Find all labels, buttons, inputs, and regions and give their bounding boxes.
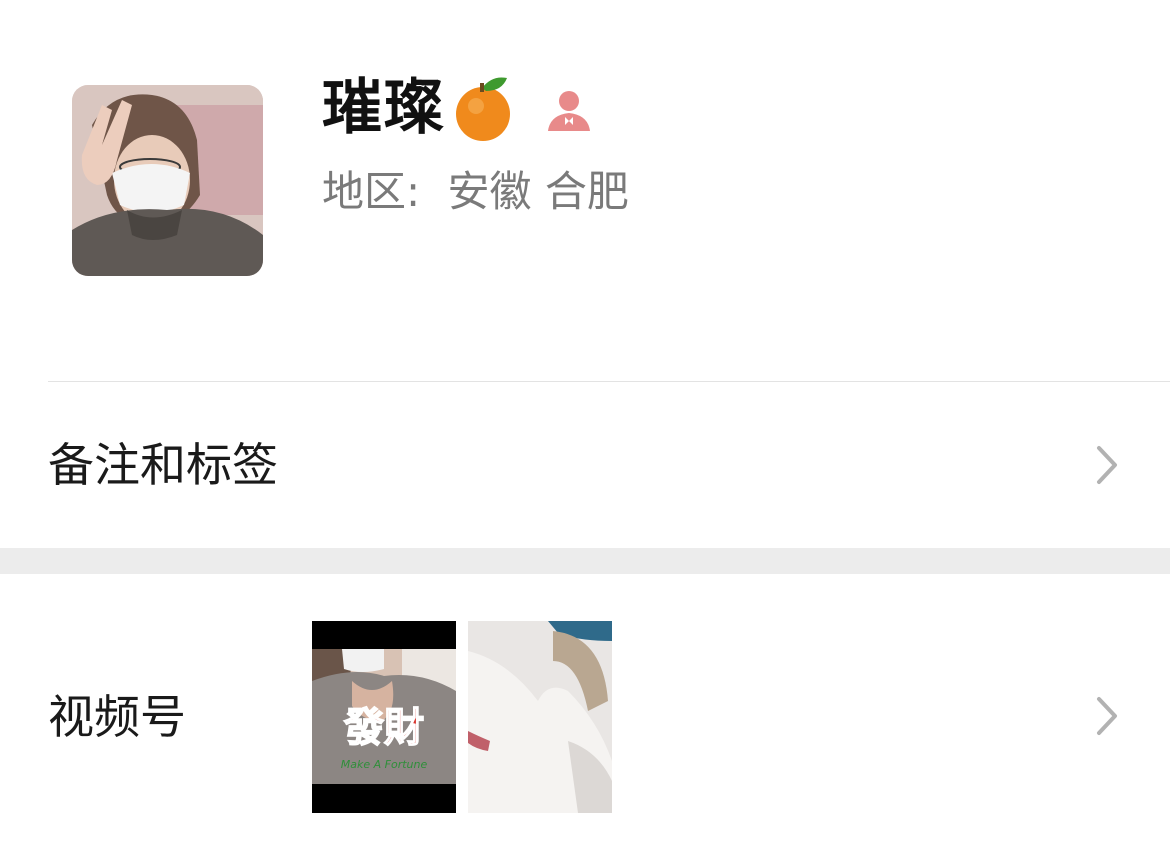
thumbnail-caption-cn: 發財 [343, 705, 424, 751]
channels-row[interactable]: 视频号 發財 Make A Fortune [0, 574, 1170, 853]
section-separator [0, 548, 1170, 574]
channel-thumbnail[interactable] [468, 621, 612, 813]
region-info: 地区: 安徽 合肥 [322, 164, 629, 220]
orange-icon [456, 76, 510, 141]
region-value: 安徽 合肥 [447, 167, 629, 216]
profile-name: 璀璨 [322, 72, 446, 143]
avatar-photo [72, 85, 263, 276]
region-label: 地区: [322, 167, 421, 216]
thumbnail-caption-en: Make A Fortune [341, 758, 428, 771]
channel-thumbnail[interactable]: 發財 Make A Fortune [312, 621, 456, 813]
channel-thumbnail-image: 發財 Make A Fortune [312, 621, 456, 813]
chevron-right-icon [1097, 697, 1117, 735]
female-user-icon [548, 90, 590, 131]
remarks-and-tags-row[interactable]: 备注和标签 [0, 382, 1170, 548]
chevron-right-icon [1097, 446, 1117, 484]
channel-thumbnail-image [468, 621, 612, 813]
avatar[interactable] [72, 85, 263, 276]
profile-header: 璀璨 地区: 安徽 合肥 [0, 0, 1170, 382]
channels-label: 视频号 [48, 690, 186, 744]
remarks-and-tags-label: 备注和标签 [48, 438, 278, 492]
name-row: 璀璨 [322, 70, 592, 145]
